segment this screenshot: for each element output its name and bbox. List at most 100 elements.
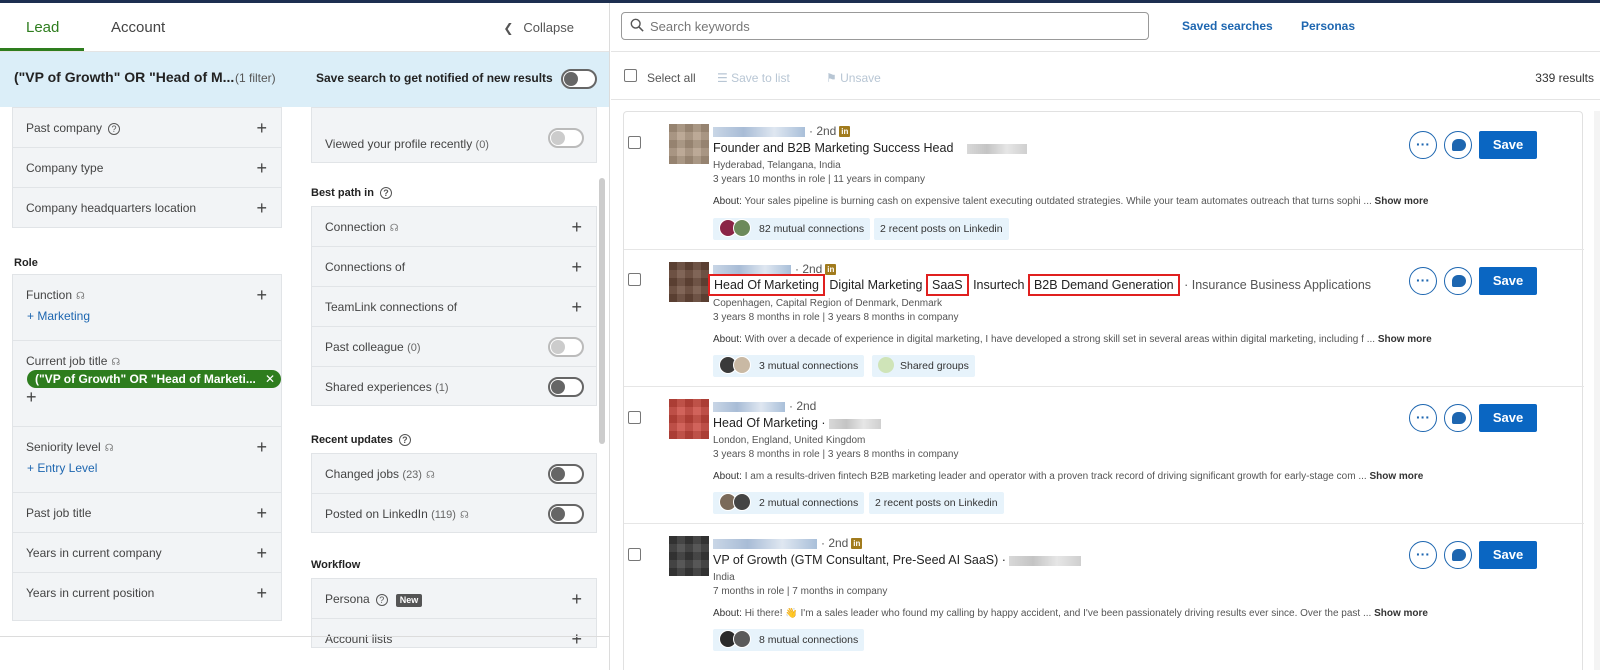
mutual-connections-chip[interactable]: 8 mutual connections [713, 629, 865, 651]
message-icon[interactable] [1444, 541, 1472, 569]
mutual-connections-chip[interactable]: 3 mutual connections [713, 355, 865, 377]
select-all-checkbox[interactable] [624, 69, 637, 82]
remove-pill-icon[interactable]: ✕ [265, 370, 275, 388]
plus-icon[interactable]: + [571, 247, 582, 287]
chip-label: 2 recent posts on Linkedin [875, 497, 998, 509]
show-more-link[interactable]: Show more [1378, 334, 1432, 345]
plus-icon[interactable]: + [256, 148, 267, 188]
help-icon[interactable]: ? [375, 593, 388, 606]
tab-account[interactable]: Account [111, 19, 165, 36]
filter-seniority-level[interactable]: Seniority level ☊ + + Entry Level [13, 427, 281, 493]
filter-past-company[interactable]: Past company? + [13, 108, 281, 148]
recent-posts-chip[interactable]: 2 recent posts on Linkedin [869, 492, 1004, 514]
filter-connection[interactable]: Connection ☊ + [312, 207, 596, 247]
filter-persona[interactable]: Persona? New + [312, 579, 596, 619]
avatar[interactable] [669, 399, 709, 439]
saved-searches-link[interactable]: Saved searches [1182, 19, 1273, 33]
filter-scrollbar[interactable] [599, 178, 605, 444]
personas-link[interactable]: Personas [1301, 19, 1355, 33]
message-icon[interactable] [1444, 131, 1472, 159]
avatar[interactable] [669, 536, 709, 576]
avatar [733, 356, 751, 375]
tab-lead[interactable]: Lead [26, 19, 59, 36]
plus-icon[interactable]: + [571, 579, 582, 619]
more-icon[interactable]: ··· [1409, 404, 1437, 432]
plus-icon[interactable]: + [571, 287, 582, 327]
filter-teamlink[interactable]: TeamLink connections of + [312, 287, 596, 327]
result-checkbox[interactable] [628, 411, 641, 424]
avatar[interactable] [669, 124, 709, 164]
save-button[interactable]: Save [1479, 541, 1537, 569]
help-icon[interactable]: ? [108, 122, 121, 135]
plus-icon[interactable]: + [256, 533, 267, 573]
show-more-link[interactable]: Show more [1375, 196, 1429, 207]
filter-function[interactable]: Function ☊ + + Marketing [13, 275, 281, 341]
list-item: · 2nd in Founder and B2B Marketing Succes… [624, 112, 1584, 250]
unsave-button[interactable]: ⚑ Unsave [826, 71, 881, 85]
plus-icon[interactable]: + [26, 387, 37, 407]
filter-company-hq[interactable]: Company headquarters location + [13, 188, 281, 228]
search-box[interactable] [621, 12, 1149, 40]
job-title-pill[interactable]: ("VP of Growth" OR "Head of Marketi... ✕ [27, 370, 281, 388]
viewed-profile-toggle[interactable] [548, 128, 584, 148]
pin-icon[interactable]: ☊ [426, 456, 435, 496]
redacted-name[interactable] [713, 126, 805, 137]
pin-icon[interactable]: ☊ [460, 496, 469, 536]
pin-icon[interactable]: ☊ [105, 429, 114, 469]
changed-jobs-toggle[interactable] [548, 464, 584, 484]
save-button[interactable]: Save [1479, 404, 1537, 432]
result-checkbox[interactable] [628, 273, 641, 286]
message-icon[interactable] [1444, 404, 1472, 432]
filter-years-in-position[interactable]: Years in current position + [13, 573, 281, 613]
plus-icon[interactable]: + [256, 275, 267, 315]
collapse-button[interactable]: ❮ Collapse [503, 20, 574, 35]
results-scrollbar[interactable] [1594, 111, 1600, 670]
more-icon[interactable]: ··· [1409, 131, 1437, 159]
posted-linkedin-toggle[interactable] [548, 504, 584, 524]
save-search-toggle[interactable] [561, 69, 597, 89]
filter-current-job-title[interactable]: Current job title ☊ ("VP of Growth" OR "H… [13, 341, 281, 427]
more-icon[interactable]: ··· [1409, 541, 1437, 569]
seniority-value-link[interactable]: + Entry Level [27, 460, 97, 476]
plus-icon[interactable]: + [256, 427, 267, 467]
filter-label: Connection [325, 220, 386, 234]
redacted-name[interactable] [713, 401, 785, 412]
filter-past-job-title[interactable]: Past job title + [13, 493, 281, 533]
save-to-list-button[interactable]: ☰ Save to list [717, 71, 790, 85]
more-icon[interactable]: ··· [1409, 267, 1437, 295]
avatar[interactable] [669, 262, 709, 302]
filter-account-lists[interactable]: Account lists + [312, 619, 596, 659]
mutual-connections-chip[interactable]: 2 mutual connections [713, 492, 865, 514]
show-more-link[interactable]: Show more [1369, 471, 1423, 482]
redacted-name[interactable] [713, 538, 817, 549]
select-all-label[interactable]: Select all [647, 71, 696, 85]
search-input[interactable] [650, 17, 1140, 35]
shared-groups-chip[interactable]: Shared groups [872, 355, 975, 377]
plus-icon[interactable]: + [256, 573, 267, 613]
plus-icon[interactable]: + [571, 207, 582, 247]
plus-icon[interactable]: + [571, 619, 582, 659]
recent-posts-chip[interactable]: 2 recent posts on Linkedin [874, 218, 1009, 240]
plus-icon[interactable]: + [256, 108, 267, 148]
help-icon[interactable]: ? [379, 187, 392, 200]
filter-company-type[interactable]: Company type + [13, 148, 281, 188]
save-button[interactable]: Save [1479, 131, 1537, 159]
result-checkbox[interactable] [628, 548, 641, 561]
save-button[interactable]: Save [1479, 267, 1537, 295]
show-more-link[interactable]: Show more [1374, 608, 1428, 619]
result-checkbox[interactable] [628, 136, 641, 149]
message-icon[interactable] [1444, 267, 1472, 295]
title-segment: Insurtech [973, 278, 1025, 292]
pin-icon[interactable]: ☊ [390, 209, 399, 249]
shared-experiences-toggle[interactable] [548, 377, 584, 397]
filter-years-in-company[interactable]: Years in current company + [13, 533, 281, 573]
result-about: About: I am a results-driven fintech B2B… [713, 471, 1493, 482]
function-value-link[interactable]: + Marketing [27, 308, 90, 324]
plus-icon[interactable]: + [256, 493, 267, 533]
filter-connections-of[interactable]: Connections of + [312, 247, 596, 287]
plus-icon[interactable]: + [256, 188, 267, 228]
query-text[interactable]: ("VP of Growth" OR "Head of M... [14, 69, 234, 85]
help-icon[interactable]: ? [398, 434, 411, 447]
past-colleague-toggle[interactable] [548, 337, 584, 357]
mutual-connections-chip[interactable]: 82 mutual connections [713, 218, 871, 240]
